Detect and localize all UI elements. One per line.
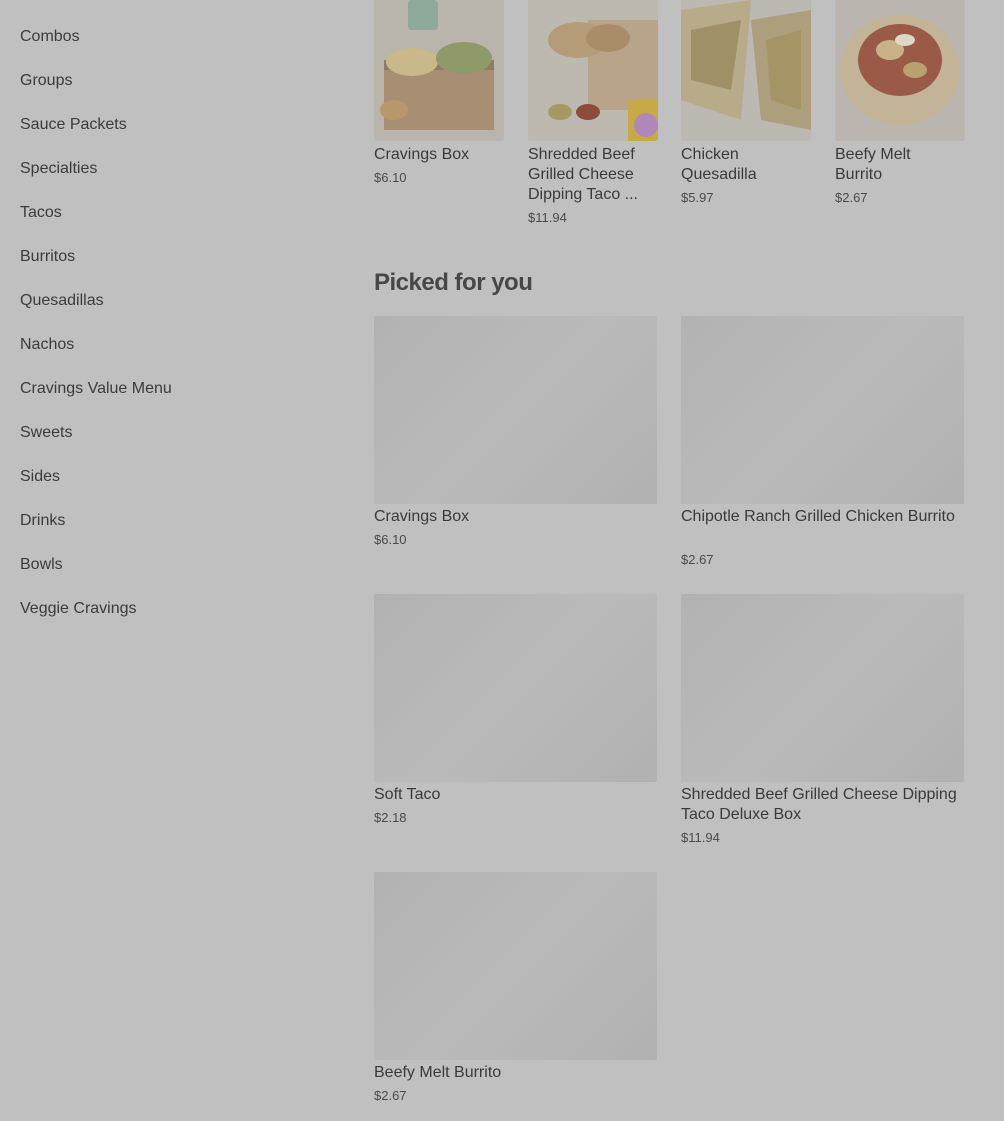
category-bowls[interactable]: Bowls xyxy=(20,555,63,575)
picked-item-price: $6.10 xyxy=(374,532,407,547)
featured-price: $5.97 xyxy=(681,190,714,205)
category-nachos[interactable]: Nachos xyxy=(20,335,74,355)
item-image-placeholder xyxy=(681,316,964,504)
picked-item-price: $2.67 xyxy=(681,552,714,567)
item-image-placeholder xyxy=(681,594,964,782)
picked-item-price: $2.18 xyxy=(374,810,407,825)
menu-main: Cravings Box $6.10 Shredded Beef Grilled… xyxy=(374,0,965,1121)
category-tacos[interactable]: Tacos xyxy=(20,203,62,223)
featured-name: Shredded Beef Grilled Cheese Dipping Tac… xyxy=(528,146,638,203)
category-groups[interactable]: Groups xyxy=(20,71,72,91)
featured-price: $6.10 xyxy=(374,170,407,185)
picked-item-price: $2.67 xyxy=(374,1088,407,1103)
picked-item-name: Soft Taco xyxy=(374,786,441,803)
picked-item-name: Shredded Beef Grilled Cheese Dipping Tac… xyxy=(681,786,957,823)
featured-name: Beefy Melt Burrito xyxy=(835,146,911,183)
shredded-beef-box-image xyxy=(528,0,658,141)
picked-item-name: Cravings Box xyxy=(374,508,470,525)
category-sweets[interactable]: Sweets xyxy=(20,423,72,443)
category-quesadillas[interactable]: Quesadillas xyxy=(20,291,104,311)
category-cravings-value-menu[interactable]: Cravings Value Menu xyxy=(20,379,172,399)
cravings-box-image xyxy=(374,0,504,141)
picked-item-name: Chipotle Ranch Grilled Chicken Burrito xyxy=(681,508,955,525)
featured-name: Cravings Box xyxy=(374,146,470,163)
section-title-picked-for-you: Picked for you xyxy=(374,269,533,296)
featured-price: $11.94 xyxy=(528,210,567,225)
picked-item-price: $11.94 xyxy=(681,830,720,845)
category-specialties[interactable]: Specialties xyxy=(20,159,97,179)
picked-item-name: Beefy Melt Burrito xyxy=(374,1064,502,1081)
item-image-placeholder xyxy=(374,316,657,504)
category-burritos[interactable]: Burritos xyxy=(20,247,75,267)
featured-name: Chicken Quesadilla xyxy=(681,146,757,183)
item-image-placeholder xyxy=(374,594,657,782)
category-combos[interactable]: Combos xyxy=(20,27,80,47)
category-sides[interactable]: Sides xyxy=(20,467,60,487)
chicken-quesadilla-image xyxy=(681,0,811,141)
beefy-melt-burrito-image xyxy=(835,0,965,141)
item-image-placeholder xyxy=(374,872,657,1060)
featured-price: $2.67 xyxy=(835,190,868,205)
category-veggie-cravings[interactable]: Veggie Cravings xyxy=(20,599,137,619)
category-drinks[interactable]: Drinks xyxy=(20,511,65,531)
category-sauce-packets[interactable]: Sauce Packets xyxy=(20,115,127,135)
